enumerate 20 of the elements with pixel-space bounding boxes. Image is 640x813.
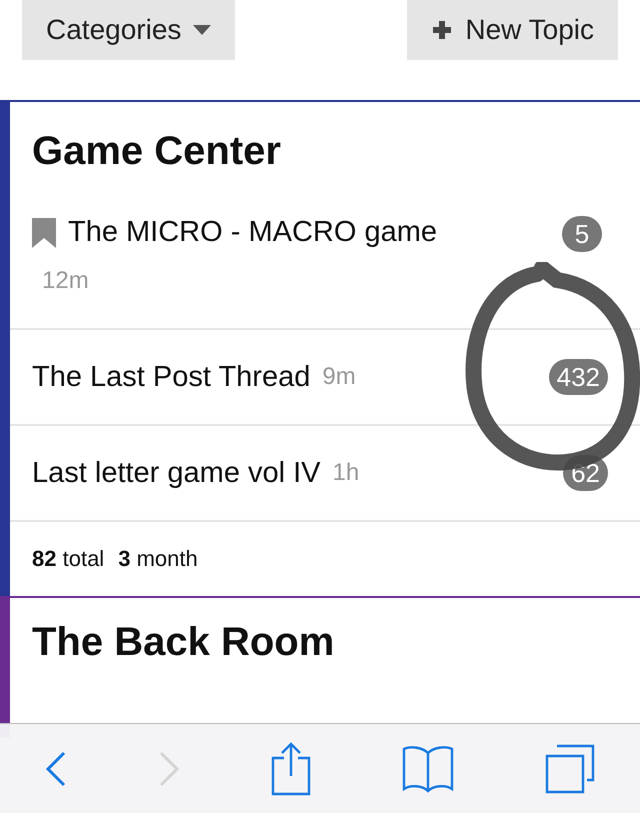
- category-stat: 3 month: [118, 546, 198, 572]
- category-title[interactable]: The Back Room: [10, 598, 640, 686]
- plus-icon: [431, 19, 454, 41]
- topic-age: 9m: [322, 363, 356, 391]
- category-title[interactable]: Game Center: [10, 102, 640, 200]
- topic-title[interactable]: Last letter game vol IV: [32, 456, 321, 490]
- category-stat: 82 total: [32, 546, 104, 572]
- reply-count: 432: [548, 359, 608, 395]
- tabs-button[interactable]: [544, 744, 595, 794]
- bookmarks-button[interactable]: [402, 744, 454, 792]
- back-button[interactable]: [45, 750, 68, 786]
- topic-age: 1h: [332, 459, 360, 487]
- new-topic-button[interactable]: New Topic: [407, 0, 618, 60]
- topic-title[interactable]: The MICRO - MACRO game: [68, 216, 437, 249]
- categories-dropdown[interactable]: Categories: [22, 0, 236, 60]
- caret-icon: [193, 25, 212, 35]
- share-button[interactable]: [270, 742, 311, 796]
- reply-count: 5: [562, 216, 602, 252]
- topic-age: 12m: [42, 267, 89, 294]
- topic-title[interactable]: The Last Post Thread: [32, 360, 310, 394]
